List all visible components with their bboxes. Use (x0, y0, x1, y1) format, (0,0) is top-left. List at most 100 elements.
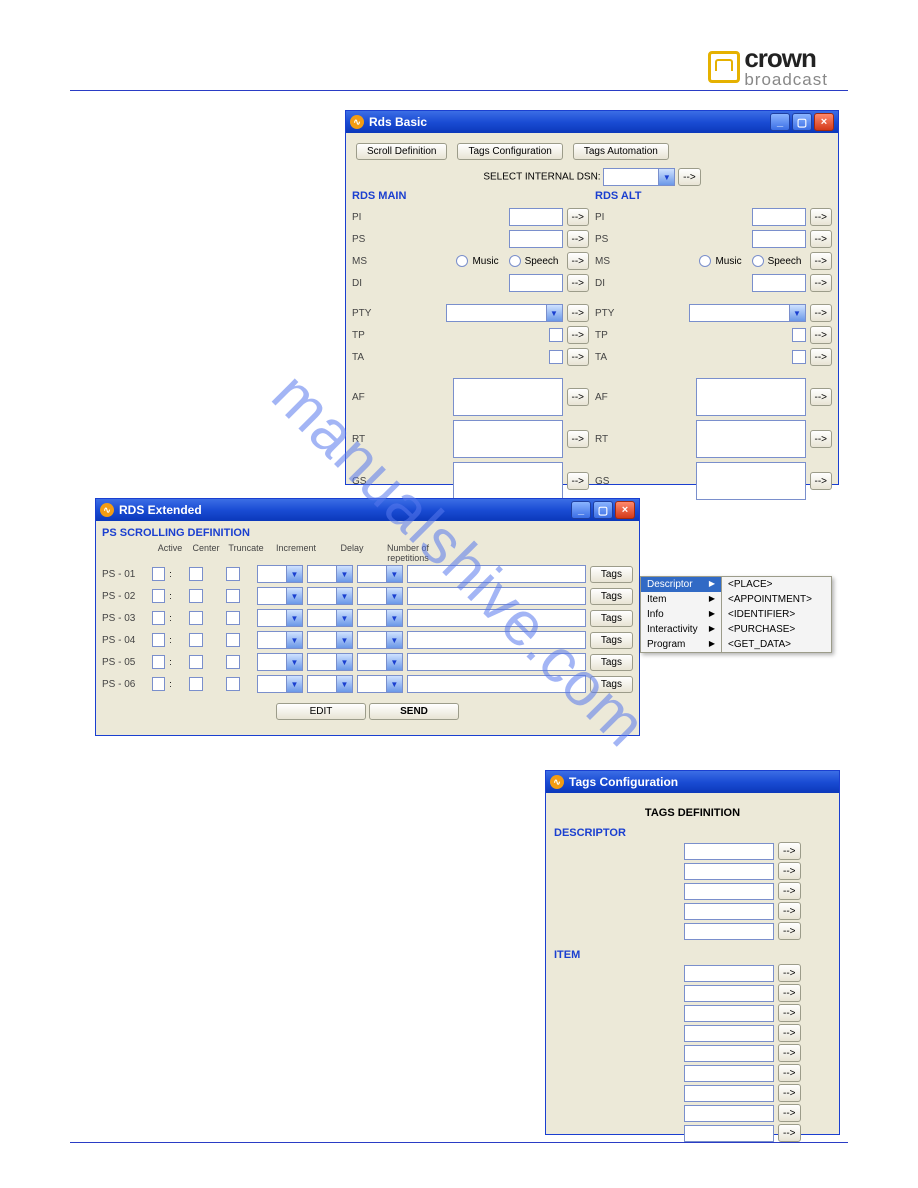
check-active[interactable] (152, 567, 165, 581)
input-main-di[interactable] (509, 274, 563, 292)
check-main-tp[interactable] (549, 328, 563, 342)
radio-alt-speech[interactable] (752, 255, 764, 267)
textarea-alt-rt[interactable] (696, 420, 806, 458)
apply-alt-ps[interactable]: --> (810, 230, 833, 248)
radio-main-speech[interactable] (509, 255, 521, 267)
tag-apply-button[interactable]: --> (778, 902, 801, 920)
menu-item[interactable]: Item▶ (641, 592, 721, 607)
tag-input[interactable] (684, 1045, 774, 1062)
apply-main-ms[interactable]: --> (567, 252, 590, 270)
select-increment[interactable]: ▼ (257, 675, 303, 693)
apply-main-pi[interactable]: --> (567, 208, 590, 226)
tag-input[interactable] (684, 1105, 774, 1122)
check-alt-ta[interactable] (792, 350, 806, 364)
textarea-alt-af[interactable] (696, 378, 806, 416)
ps-text-input[interactable] (407, 631, 586, 649)
apply-alt-ta[interactable]: --> (810, 348, 833, 366)
tag-input[interactable] (684, 985, 774, 1002)
apply-alt-rt[interactable]: --> (810, 430, 833, 448)
radio-alt-music[interactable] (699, 255, 711, 267)
select-increment[interactable]: ▼ (257, 565, 303, 583)
ps-text-input[interactable] (407, 587, 586, 605)
maximize-button[interactable]: ▢ (593, 501, 613, 519)
menu-item[interactable]: Info▶ (641, 607, 721, 622)
tags-button[interactable]: Tags (590, 632, 633, 649)
menu-item[interactable]: Descriptor▶ (641, 577, 721, 592)
apply-alt-ms[interactable]: --> (810, 252, 833, 270)
tag-apply-button[interactable]: --> (778, 1024, 801, 1042)
select-increment[interactable]: ▼ (257, 609, 303, 627)
select-repetitions[interactable]: ▼ (357, 653, 403, 671)
check-center[interactable] (189, 633, 202, 647)
check-center[interactable] (189, 677, 202, 691)
check-truncate[interactable] (226, 655, 239, 669)
dsn-apply-button[interactable]: --> (678, 168, 701, 186)
apply-main-af[interactable]: --> (567, 388, 590, 406)
check-active[interactable] (152, 611, 165, 625)
tags-button[interactable]: Tags (590, 588, 633, 605)
apply-alt-gs[interactable]: --> (810, 472, 833, 490)
ps-text-input[interactable] (407, 653, 586, 671)
tag-input[interactable] (684, 1085, 774, 1102)
select-delay[interactable]: ▼ (307, 631, 353, 649)
select-repetitions[interactable]: ▼ (357, 587, 403, 605)
select-alt-pty[interactable]: ▼ (689, 304, 806, 322)
tag-apply-button[interactable]: --> (778, 1084, 801, 1102)
menu-subitem[interactable]: <PURCHASE> (722, 622, 831, 637)
tag-input[interactable] (684, 1025, 774, 1042)
apply-main-rt[interactable]: --> (567, 430, 590, 448)
check-alt-tp[interactable] (792, 328, 806, 342)
minimize-button[interactable]: _ (770, 113, 790, 131)
apply-alt-af[interactable]: --> (810, 388, 833, 406)
tag-apply-button[interactable]: --> (778, 984, 801, 1002)
apply-alt-pi[interactable]: --> (810, 208, 833, 226)
check-active[interactable] (152, 633, 165, 647)
select-repetitions[interactable]: ▼ (357, 609, 403, 627)
close-button[interactable]: × (615, 501, 635, 519)
menu-item[interactable]: Interactivity▶ (641, 622, 721, 637)
apply-main-di[interactable]: --> (567, 274, 590, 292)
tag-apply-button[interactable]: --> (778, 1044, 801, 1062)
tag-input[interactable] (684, 965, 774, 982)
apply-alt-di[interactable]: --> (810, 274, 833, 292)
input-main-pi[interactable] (509, 208, 563, 226)
tags-button[interactable]: Tags (590, 676, 633, 693)
textarea-main-gs[interactable] (453, 462, 563, 500)
textarea-main-rt[interactable] (453, 420, 563, 458)
send-button[interactable]: SEND (369, 703, 459, 720)
select-increment[interactable]: ▼ (257, 631, 303, 649)
ps-text-input[interactable] (407, 609, 586, 627)
tag-input[interactable] (684, 843, 774, 860)
apply-main-pty[interactable]: --> (567, 304, 590, 322)
menu-subitem[interactable]: <PLACE> (722, 577, 831, 592)
input-main-ps[interactable] (509, 230, 563, 248)
tag-apply-button[interactable]: --> (778, 1104, 801, 1122)
check-truncate[interactable] (226, 611, 239, 625)
check-active[interactable] (152, 677, 165, 691)
check-main-ta[interactable] (549, 350, 563, 364)
titlebar-tags-config[interactable]: ∿ Tags Configuration (546, 771, 839, 793)
apply-main-ps[interactable]: --> (567, 230, 590, 248)
ps-text-input[interactable] (407, 565, 586, 583)
check-center[interactable] (189, 655, 202, 669)
select-delay[interactable]: ▼ (307, 609, 353, 627)
dsn-select[interactable]: ▼ (603, 168, 675, 186)
scroll-definition-button[interactable]: Scroll Definition (356, 143, 447, 160)
tag-input[interactable] (684, 1065, 774, 1082)
radio-main-music[interactable] (456, 255, 468, 267)
input-alt-ps[interactable] (752, 230, 806, 248)
tag-input[interactable] (684, 923, 774, 940)
maximize-button[interactable]: ▢ (792, 113, 812, 131)
menu-item[interactable]: Program▶ (641, 637, 721, 652)
tag-input[interactable] (684, 883, 774, 900)
apply-alt-pty[interactable]: --> (810, 304, 833, 322)
check-center[interactable] (189, 589, 202, 603)
textarea-alt-gs[interactable] (696, 462, 806, 500)
check-truncate[interactable] (226, 589, 239, 603)
select-delay[interactable]: ▼ (307, 565, 353, 583)
tag-apply-button[interactable]: --> (778, 1064, 801, 1082)
tag-apply-button[interactable]: --> (778, 922, 801, 940)
titlebar-rds-basic[interactable]: ∿ Rds Basic _ ▢ × (346, 111, 838, 133)
ps-text-input[interactable] (407, 675, 586, 693)
select-delay[interactable]: ▼ (307, 587, 353, 605)
